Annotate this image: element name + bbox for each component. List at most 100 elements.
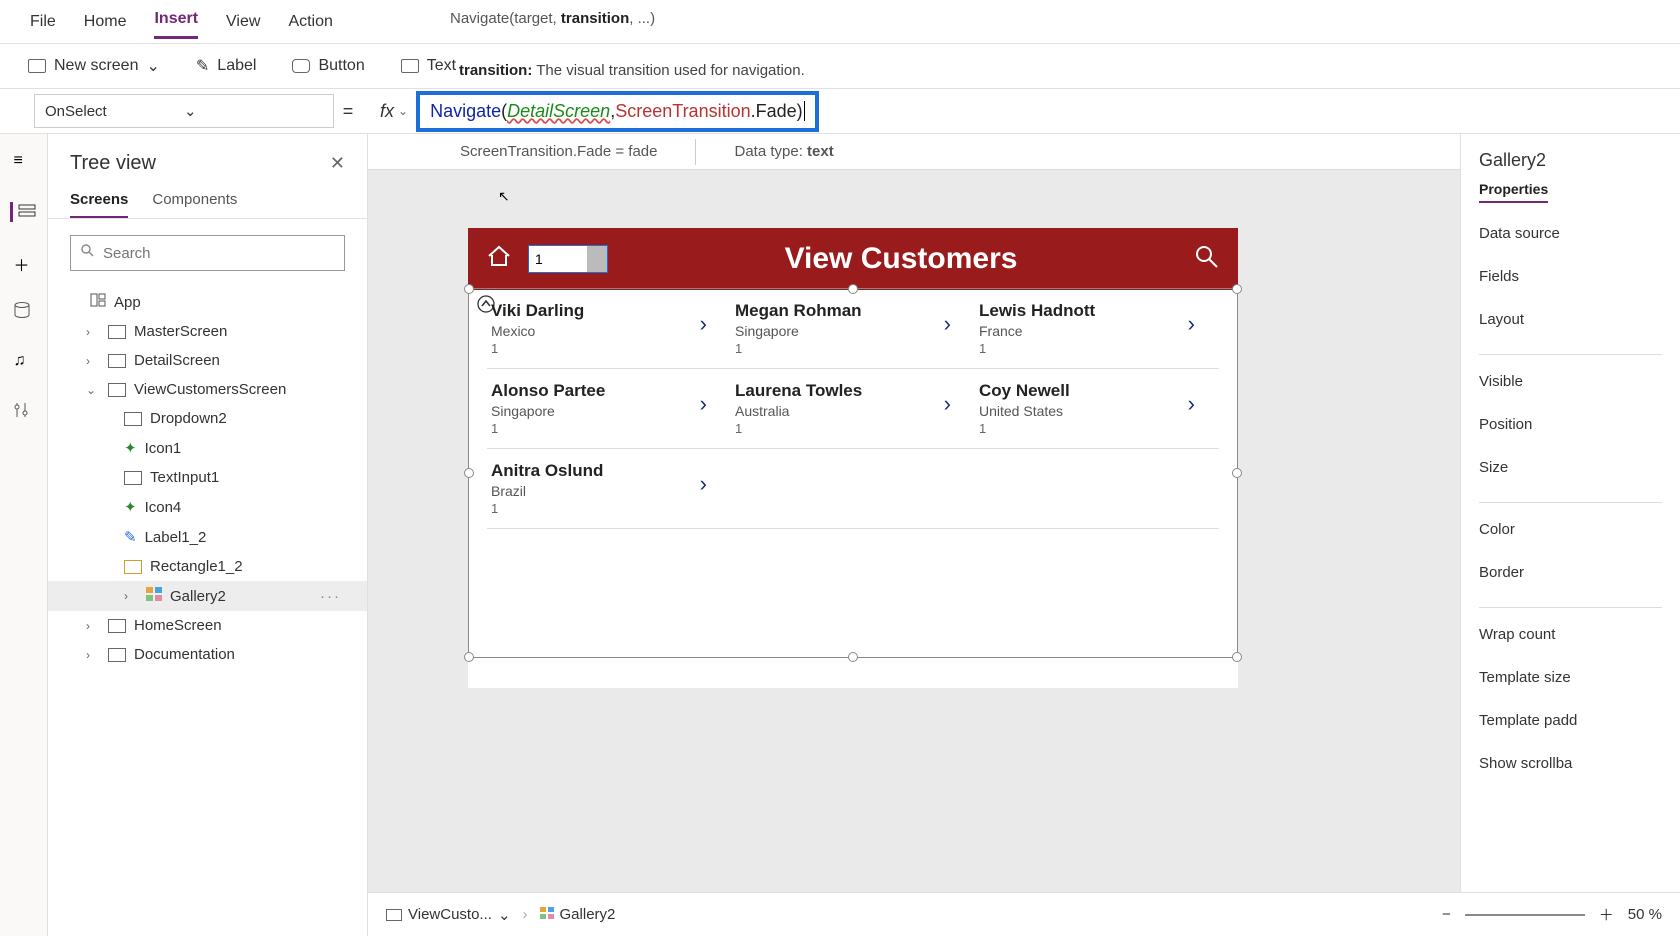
settings-icon[interactable] bbox=[14, 402, 34, 422]
gallery-cell[interactable] bbox=[975, 449, 1219, 528]
zoom-slider[interactable] bbox=[1465, 914, 1585, 916]
tree-item[interactable]: Rectangle1_2 bbox=[48, 552, 367, 581]
property-row[interactable]: Template size bbox=[1479, 669, 1662, 686]
customer-country: France bbox=[979, 323, 1215, 339]
customer-number: 1 bbox=[491, 421, 727, 436]
text-button[interactable]: Text bbox=[401, 57, 456, 75]
breadcrumb-control[interactable]: Gallery2 bbox=[540, 906, 616, 923]
tree-item-app[interactable]: App bbox=[48, 287, 367, 317]
screen-icon bbox=[108, 354, 126, 368]
property-row[interactable]: Show scrollba bbox=[1479, 755, 1662, 772]
menu-view[interactable]: View bbox=[226, 7, 260, 37]
zoom-control[interactable]: − ＋ 50 % bbox=[1442, 904, 1662, 925]
menu-file[interactable]: File bbox=[30, 7, 56, 37]
menu-home[interactable]: Home bbox=[84, 7, 127, 37]
tree-item[interactable]: ✦Icon1 bbox=[48, 433, 367, 463]
customer-country: Mexico bbox=[491, 323, 727, 339]
tree-item[interactable]: ⌄ViewCustomersScreen bbox=[48, 375, 367, 404]
tab-screens[interactable]: Screens bbox=[70, 191, 128, 218]
customer-number: 1 bbox=[979, 341, 1215, 356]
tree-item[interactable]: ✎Label1_2 bbox=[48, 522, 367, 552]
chevron-right-icon[interactable]: › bbox=[944, 311, 951, 337]
property-row[interactable]: Template padd bbox=[1479, 712, 1662, 729]
property-row[interactable]: Layout bbox=[1479, 311, 1662, 328]
cursor-icon: ↖ bbox=[498, 188, 510, 205]
tree-item[interactable]: ›DetailScreen bbox=[48, 346, 367, 375]
gallery-cell[interactable]: Alonso ParteeSingapore1› bbox=[487, 369, 731, 448]
gallery-row: Alonso ParteeSingapore1›Laurena TowlesAu… bbox=[487, 369, 1219, 449]
tree-view-icon[interactable] bbox=[10, 202, 30, 222]
dropdown-icon bbox=[124, 412, 142, 426]
chevron-right-icon[interactable]: › bbox=[700, 311, 707, 337]
property-row[interactable]: Data source bbox=[1479, 225, 1662, 242]
fx-icon[interactable]: fx bbox=[380, 101, 394, 122]
menu-insert[interactable]: Insert bbox=[154, 4, 198, 39]
tree-item[interactable]: ✦Icon4 bbox=[48, 492, 367, 522]
property-row[interactable]: Fields bbox=[1479, 268, 1662, 285]
customer-country: United States bbox=[979, 403, 1215, 419]
breadcrumb-screen[interactable]: ViewCusto... ⌄ bbox=[386, 906, 511, 924]
chevron-right-icon[interactable]: › bbox=[1188, 391, 1195, 417]
media-icon[interactable]: ♫ bbox=[14, 352, 34, 372]
property-row[interactable]: Wrap count bbox=[1479, 626, 1662, 643]
plus-icon[interactable]: ＋ bbox=[14, 252, 34, 272]
property-row[interactable]: Size bbox=[1479, 459, 1662, 476]
database-icon[interactable] bbox=[14, 302, 34, 322]
tree-item-selected[interactable]: › Gallery2 ··· bbox=[48, 581, 367, 611]
gallery-selection[interactable]: Viki DarlingMexico1›Megan RohmanSingapor… bbox=[468, 288, 1238, 658]
icon-icon: ✦ bbox=[124, 498, 137, 516]
new-screen-button[interactable]: New screen ⌄ bbox=[28, 56, 160, 76]
gallery-cell[interactable]: Coy NewellUnited States1› bbox=[975, 369, 1219, 448]
home-icon[interactable] bbox=[486, 244, 512, 275]
screen-icon bbox=[108, 325, 126, 339]
gallery-cell[interactable]: Lewis HadnottFrance1› bbox=[975, 289, 1219, 368]
gallery-cell[interactable] bbox=[731, 449, 975, 528]
chevron-right-icon[interactable]: › bbox=[1188, 311, 1195, 337]
chevron-down-icon[interactable]: ⌄ bbox=[398, 104, 408, 118]
chevron-right-icon[interactable]: › bbox=[700, 391, 707, 417]
chevron-down-icon: ⌄ bbox=[184, 102, 323, 120]
formula-input[interactable]: Navigate(DetailScreen, ScreenTransition.… bbox=[416, 91, 819, 132]
search-icon[interactable] bbox=[1194, 244, 1220, 275]
gallery-row: Anitra OslundBrazil1› bbox=[487, 449, 1219, 529]
menu-action[interactable]: Action bbox=[288, 7, 332, 37]
button-icon bbox=[292, 59, 310, 73]
textinput-icon bbox=[124, 471, 142, 485]
more-icon[interactable]: ··· bbox=[320, 588, 341, 605]
label-button[interactable]: ✎ Label bbox=[196, 56, 257, 76]
tab-properties[interactable]: Properties bbox=[1479, 181, 1548, 203]
tree-item[interactable]: ›Documentation bbox=[48, 640, 367, 669]
tree-search[interactable] bbox=[70, 235, 345, 271]
hamburger-icon[interactable]: ≡ bbox=[14, 152, 34, 172]
zoom-in-button[interactable]: ＋ bbox=[1599, 904, 1614, 925]
property-row[interactable]: Border bbox=[1479, 564, 1662, 581]
left-rail: ≡ ＋ ♫ bbox=[0, 134, 48, 936]
button-button[interactable]: Button bbox=[292, 57, 364, 75]
props-control-name: Gallery2 bbox=[1479, 150, 1662, 171]
gallery-cell[interactable]: Laurena TowlesAustralia1› bbox=[731, 369, 975, 448]
screen-icon bbox=[108, 383, 126, 397]
canvas-area[interactable]: ↖ 1 View Customers Viki DarlingMexico1›M… bbox=[368, 170, 1460, 892]
tab-components[interactable]: Components bbox=[152, 191, 237, 218]
chevron-right-icon[interactable]: › bbox=[944, 391, 951, 417]
property-row[interactable]: Position bbox=[1479, 416, 1662, 433]
property-selector[interactable]: OnSelect ⌄ bbox=[34, 94, 334, 128]
header-dropdown[interactable]: 1 bbox=[528, 245, 608, 273]
zoom-out-button[interactable]: − bbox=[1442, 906, 1451, 923]
tree-item[interactable]: TextInput1 bbox=[48, 463, 367, 492]
gallery-cell[interactable]: Anitra OslundBrazil1› bbox=[487, 449, 731, 528]
gallery-cell[interactable]: Megan RohmanSingapore1› bbox=[731, 289, 975, 368]
screen-icon bbox=[108, 619, 126, 633]
tree-item[interactable]: ›MasterScreen bbox=[48, 317, 367, 346]
tree-view-title: Tree view bbox=[70, 152, 330, 175]
search-input[interactable] bbox=[103, 245, 334, 262]
property-row[interactable]: Color bbox=[1479, 521, 1662, 538]
customer-number: 1 bbox=[491, 341, 727, 356]
close-icon[interactable]: ✕ bbox=[330, 153, 345, 174]
tree-item[interactable]: Dropdown2 bbox=[48, 404, 367, 433]
property-row[interactable]: Visible bbox=[1479, 373, 1662, 390]
tree-item[interactable]: ›HomeScreen bbox=[48, 611, 367, 640]
gallery-cell[interactable]: Viki DarlingMexico1› bbox=[487, 289, 731, 368]
chevron-right-icon[interactable]: › bbox=[700, 471, 707, 497]
gallery-icon bbox=[540, 906, 554, 923]
